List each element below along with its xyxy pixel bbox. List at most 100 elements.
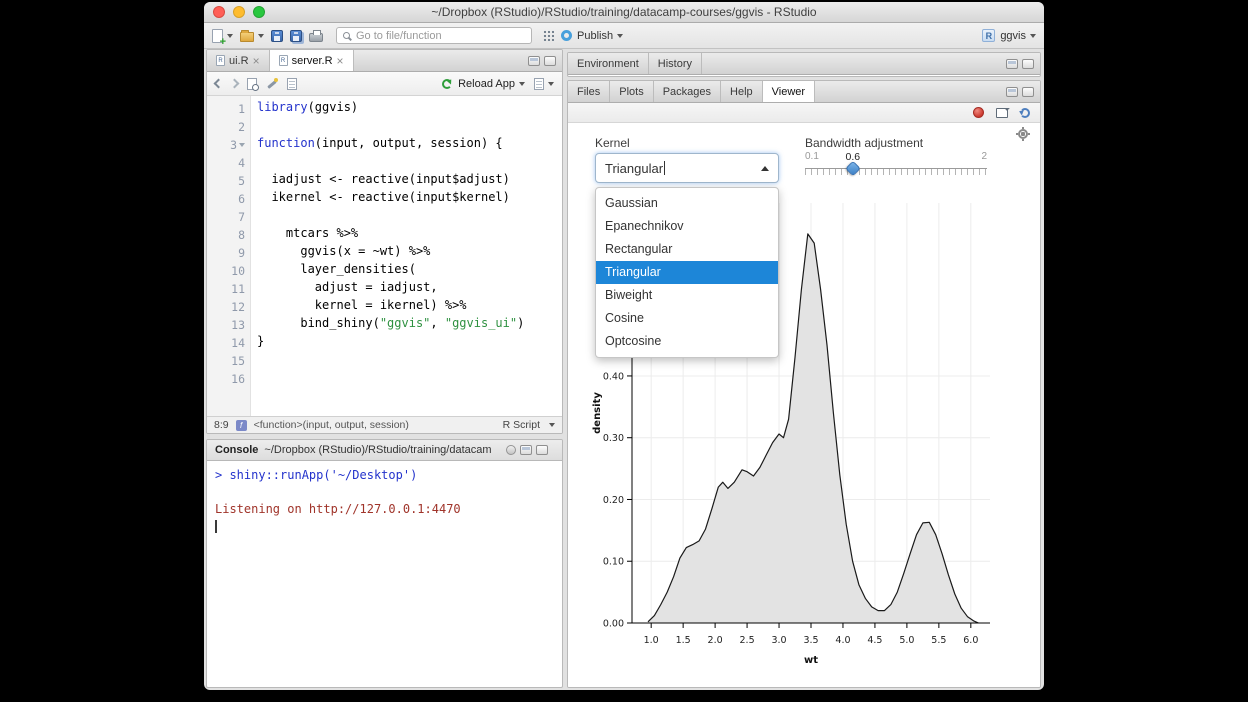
chevron-down-icon (549, 423, 555, 427)
dropdown-option-triangular[interactable]: Triangular (596, 261, 778, 284)
minimize-window-button[interactable] (233, 6, 245, 18)
project-menu-button[interactable]: ggvis (982, 29, 1036, 42)
tab-label: Packages (663, 86, 711, 98)
code-editor[interactable]: 12345678910111213141516 library(ggvis) f… (207, 96, 562, 418)
scope-breadcrumb[interactable]: <function>(input, output, session) (254, 419, 409, 431)
find-replace-icon[interactable] (247, 78, 257, 90)
save-button[interactable] (271, 30, 283, 42)
code-line: adjust = iadjust, (257, 280, 562, 298)
minimize-pane-icon[interactable] (1006, 59, 1018, 69)
zoom-window-button[interactable] (253, 6, 265, 18)
refresh-icon[interactable] (1020, 108, 1030, 118)
compile-report-icon[interactable] (287, 78, 297, 90)
close-icon[interactable] (337, 56, 344, 66)
console-prompt-line[interactable] (215, 519, 554, 536)
tab-help[interactable]: Help (721, 81, 763, 102)
code-tools-icon[interactable] (266, 78, 278, 90)
reload-app-button[interactable]: Reload App (442, 78, 525, 90)
tab-plots[interactable]: Plots (610, 81, 653, 102)
run-options-button[interactable] (534, 78, 554, 90)
minimize-pane-icon[interactable] (528, 56, 540, 66)
dropdown-option-optcosine[interactable]: Optcosine (596, 330, 778, 353)
tab-packages[interactable]: Packages (654, 81, 721, 102)
svg-text:6.0: 6.0 (963, 635, 978, 646)
svg-text:5.0: 5.0 (899, 635, 914, 646)
code-line (257, 208, 562, 226)
tab-label: ui.R (229, 55, 249, 67)
line-number: 16 (207, 370, 250, 388)
console-output[interactable]: > shiny::runApp('~/Desktop') Listening o… (207, 461, 562, 543)
code-line: iadjust <- reactive(input$adjust) (257, 172, 562, 190)
open-in-new-window-icon[interactable] (996, 108, 1008, 118)
line-number: 4 (207, 154, 250, 172)
new-file-button[interactable] (212, 29, 233, 43)
environment-pane: EnvironmentHistory (567, 52, 1041, 77)
chevron-down-icon (227, 34, 233, 38)
file-type-label[interactable]: R Script (503, 419, 540, 431)
maximize-pane-icon[interactable] (1022, 87, 1034, 97)
tab-history[interactable]: History (649, 53, 702, 74)
editor-toolbar: Reload App (207, 72, 562, 96)
svg-text:0.30: 0.30 (603, 433, 624, 444)
console-icon[interactable] (506, 445, 516, 455)
console-cursor (215, 520, 217, 533)
bandwidth-slider[interactable]: 0.1 0.6 2 (805, 151, 987, 189)
minimize-pane-icon[interactable] (520, 445, 532, 455)
forward-icon[interactable] (230, 79, 240, 89)
save-all-button[interactable] (290, 30, 302, 42)
back-icon[interactable] (214, 79, 224, 89)
stop-app-icon[interactable] (973, 107, 984, 118)
function-scope-icon (236, 420, 247, 431)
save-all-icon (290, 30, 302, 42)
dropdown-option-epanechnikov[interactable]: Epanechnikov (596, 215, 778, 238)
code-line: bind_shiny("ggvis", "ggvis_ui") (257, 316, 562, 334)
dropdown-option-rectangular[interactable]: Rectangular (596, 238, 778, 261)
maximize-pane-icon[interactable] (1022, 59, 1034, 69)
titlebar: ~/Dropbox (RStudio)/RStudio/training/dat… (204, 2, 1044, 23)
shiny-app: Kernel Triangular GaussianEpanechnikovRe… (568, 123, 1040, 688)
line-number: 13 (207, 316, 250, 334)
viewer-tabs: FilesPlots Packages HelpViewer (568, 81, 815, 102)
editor-status-bar: 8:9 <function>(input, output, session) R… (207, 416, 562, 433)
x-axis-title: wt (804, 655, 818, 666)
minimize-pane-icon[interactable] (1006, 87, 1018, 97)
goto-file-box (336, 27, 532, 44)
save-icon (271, 30, 283, 42)
fold-arrow-icon[interactable] (239, 143, 245, 147)
maximize-pane-icon[interactable] (536, 445, 548, 455)
console-working-directory: ~/Dropbox (RStudio)/RStudio/training/dat… (264, 444, 491, 456)
print-button[interactable] (309, 29, 323, 42)
open-file-button[interactable] (240, 29, 264, 42)
line-number: 10 (207, 262, 250, 280)
viewer-pane: FilesPlots Packages HelpViewer Kernel Tria… (567, 80, 1041, 688)
dropdown-option-gaussian[interactable]: Gaussian (596, 192, 778, 215)
traffic-lights (213, 6, 265, 18)
tab-label: server.R (292, 55, 333, 67)
close-window-button[interactable] (213, 6, 225, 18)
close-icon[interactable] (253, 56, 260, 66)
bandwidth-label: Bandwidth adjustment (805, 136, 923, 150)
kernel-select[interactable]: Triangular (595, 153, 779, 183)
tab-viewer[interactable]: Viewer (763, 81, 815, 102)
tab-environment[interactable]: Environment (568, 53, 649, 74)
slider-track[interactable] (805, 168, 987, 175)
tab-server-r[interactable]: server.R (270, 50, 354, 71)
goto-file-input[interactable] (354, 29, 525, 43)
reload-app-label: Reload App (458, 78, 515, 90)
code-line: layer_densities( (257, 262, 562, 280)
dropdown-option-cosine[interactable]: Cosine (596, 307, 778, 330)
environment-tabs: EnvironmentHistory (568, 53, 702, 74)
project-icon (982, 29, 995, 42)
gear-icon[interactable] (1016, 127, 1030, 141)
environment-pane-buttons (1000, 53, 1040, 74)
console-title[interactable]: Console (215, 444, 258, 456)
maximize-pane-icon[interactable] (544, 56, 556, 66)
tab-ui-r[interactable]: ui.R (207, 50, 270, 71)
publish-button[interactable]: Publish (561, 30, 623, 42)
slider-max-label: 2 (981, 151, 987, 162)
new-file-icon (212, 29, 223, 43)
code-line: ikernel <- reactive(input$kernel) (257, 190, 562, 208)
tab-files[interactable]: Files (568, 81, 610, 102)
addins-icon[interactable] (543, 30, 554, 41)
dropdown-option-biweight[interactable]: Biweight (596, 284, 778, 307)
